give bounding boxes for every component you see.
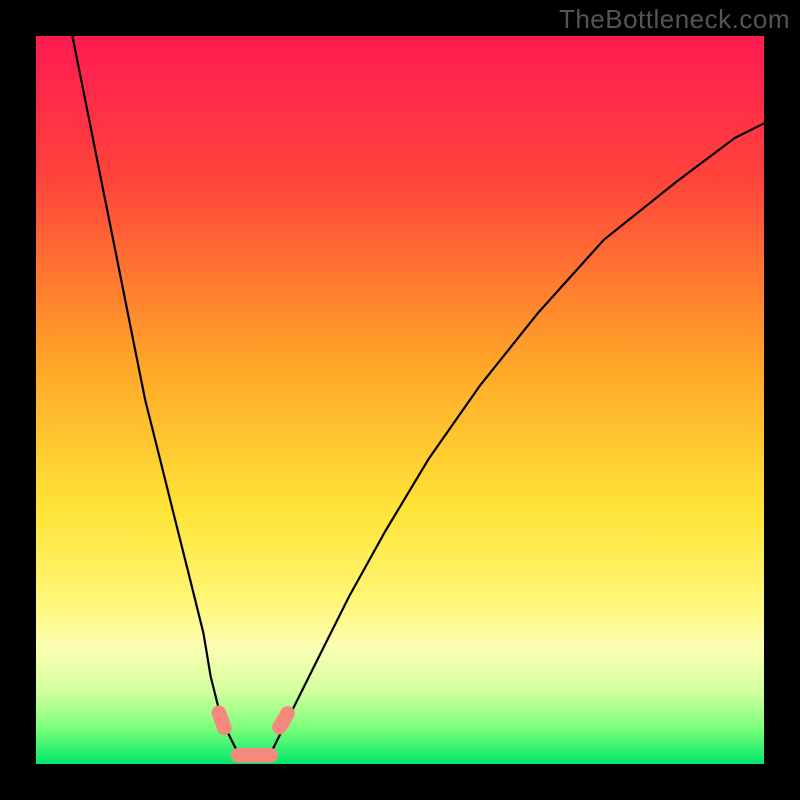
chart-stage: TheBottleneck.com: [0, 0, 800, 800]
watermark-text: TheBottleneck.com: [559, 4, 790, 35]
bottleneck-chart: [0, 0, 800, 800]
bottom-marker: [231, 748, 278, 763]
